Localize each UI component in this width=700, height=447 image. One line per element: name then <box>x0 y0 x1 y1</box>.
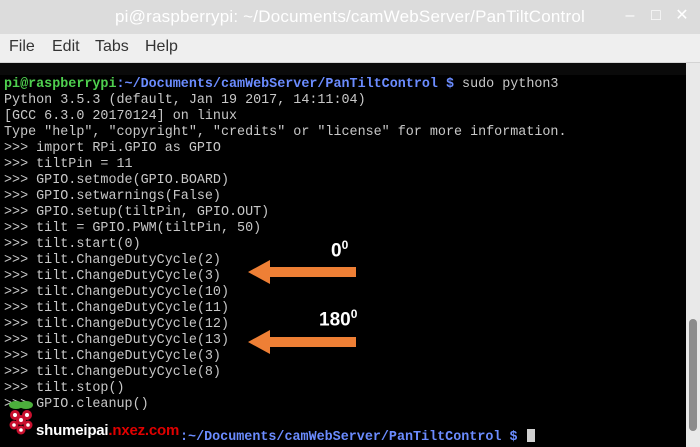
raspberry-logo-icon <box>9 401 33 435</box>
terminal-line: >>> tilt = GPIO.PWM(tiltPin, 50) <box>4 221 262 236</box>
prompt-line: pi@raspberrypi:~/Documents/camWebServer/… <box>4 77 558 93</box>
text-cursor <box>526 429 535 442</box>
menu-tabs[interactable]: Tabs <box>95 38 129 56</box>
annotation-180-degrees: 1800 <box>319 307 357 331</box>
terminal-line: >>> tilt.ChangeDutyCycle(2) <box>4 253 221 268</box>
prompt-command: sudo python3 <box>454 77 559 92</box>
annotation-180-sup: 0 <box>350 307 358 321</box>
watermark: shumeipai.nxez.com <box>4 400 204 440</box>
menu-edit[interactable]: Edit <box>52 38 80 56</box>
watermark-prefix: shumeipai <box>36 422 109 439</box>
terminal-line: >>> tilt.ChangeDutyCycle(8) <box>4 365 221 380</box>
terminal-line: >>> GPIO.setmode(GPIO.BOARD) <box>4 173 229 188</box>
annotation-0-sup: 0 <box>341 238 349 252</box>
annotation-0-degrees: 00 <box>331 238 348 262</box>
annotation-180-value: 180 <box>319 309 351 331</box>
title-bar[interactable]: pi@raspberrypi: ~/Documents/camWebServer… <box>0 0 700 34</box>
menu-bar: File Edit Tabs Help <box>0 34 700 63</box>
scrollbar-thumb[interactable] <box>689 319 697 431</box>
terminal-line: >>> tilt.ChangeDutyCycle(11) <box>4 301 229 316</box>
prompt-path: :~/Documents/camWebServer/PanTiltControl… <box>116 77 455 92</box>
menu-help[interactable]: Help <box>145 38 178 56</box>
terminal-line: >>> tilt.ChangeDutyCycle(13) <box>4 333 229 348</box>
terminal-line: >>> tiltPin = 11 <box>4 157 133 172</box>
terminal-line: >>> tilt.stop() <box>4 381 125 396</box>
terminal-window: pi@raspberrypi: ~/Documents/camWebServer… <box>0 0 700 447</box>
terminal-line: >>> tilt.ChangeDutyCycle(3) <box>4 349 221 364</box>
terminal-line: >>> import RPi.GPIO as GPIO <box>4 141 221 156</box>
window-title: pi@raspberrypi: ~/Documents/camWebServer… <box>115 7 585 26</box>
maximize-icon[interactable]: □ <box>648 8 664 24</box>
prompt-user: pi@raspberrypi <box>4 77 117 92</box>
arrow-left-icon <box>248 260 356 284</box>
menu-file[interactable]: File <box>9 38 35 56</box>
terminal-line: >>> GPIO.setwarnings(False) <box>4 189 221 204</box>
terminal-line: >>> tilt.ChangeDutyCycle(12) <box>4 317 229 332</box>
arrow-left-icon <box>248 330 356 354</box>
minimize-icon[interactable]: – <box>622 8 638 24</box>
final-prompt-path: :~/Documents/camWebServer/PanTiltControl… <box>180 430 518 445</box>
terminal-line: >>> GPIO.setup(tiltPin, GPIO.OUT) <box>4 205 270 220</box>
terminal-line: >>> tilt.ChangeDutyCycle(10) <box>4 285 229 300</box>
scrollbar[interactable] <box>686 63 700 447</box>
terminal-line: Python 3.5.3 (default, Jan 19 2017, 14:1… <box>4 93 366 108</box>
watermark-domain: .nxez.com <box>108 422 180 439</box>
terminal-line: Type "help", "copyright", "credits" or "… <box>4 125 567 140</box>
watermark-text: shumeipai.nxez.com <box>36 422 179 439</box>
terminal-line: [GCC 6.3.0 20170124] on linux <box>4 109 238 124</box>
close-icon[interactable]: ✕ <box>674 8 690 24</box>
terminal-line: >>> tilt.start(0) <box>4 237 141 252</box>
terminal-line: >>> tilt.ChangeDutyCycle(3) <box>4 269 221 284</box>
annotation-0-value: 0 <box>331 240 342 262</box>
